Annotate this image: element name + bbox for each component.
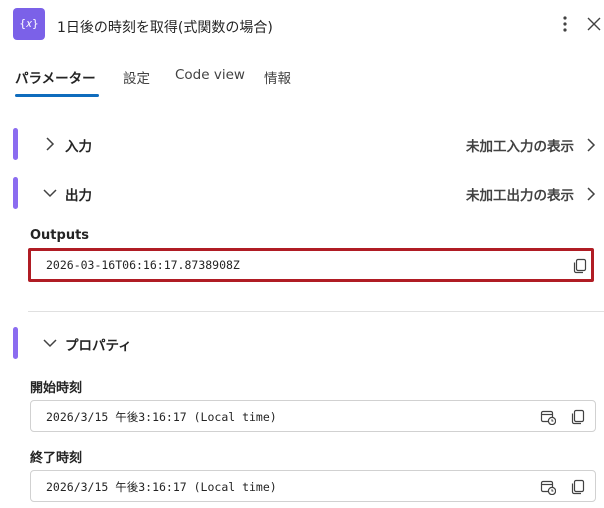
input-section-header[interactable]: 入力 未加工入力の表示 bbox=[30, 128, 600, 160]
section-accent-bar bbox=[13, 327, 18, 359]
end-time-field[interactable]: 2026/3/15 午後3:16:17 (Local time) bbox=[30, 470, 596, 502]
more-vertical-icon bbox=[563, 16, 567, 32]
input-section-label: 入力 bbox=[65, 139, 92, 155]
action-title: 1日後の時刻を取得(式関数の場合) bbox=[57, 20, 273, 36]
chevron-down-icon bbox=[43, 339, 57, 348]
tab-settings[interactable]: 設定 bbox=[123, 67, 150, 87]
outputs-label: Outputs bbox=[30, 228, 90, 243]
close-button[interactable] bbox=[584, 12, 604, 36]
expression-function-icon: {𝑥} bbox=[13, 8, 45, 40]
chevron-right-icon bbox=[587, 187, 596, 201]
calendar-clock-icon[interactable] bbox=[540, 409, 556, 425]
chevron-right-icon bbox=[46, 137, 55, 151]
tab-info[interactable]: 情報 bbox=[264, 67, 291, 87]
tab-code-view[interactable]: Code view bbox=[175, 67, 245, 83]
end-time-value: 2026/3/15 午後3:16:17 (Local time) bbox=[46, 480, 277, 494]
end-time-label: 終了時刻 bbox=[30, 451, 83, 466]
close-icon bbox=[587, 17, 601, 31]
panel-header: {𝑥} 1日後の時刻を取得(式関数の場合) bbox=[0, 0, 604, 52]
properties-section-header[interactable]: プロパティ bbox=[30, 327, 600, 359]
start-time-value: 2026/3/15 午後3:16:17 (Local time) bbox=[46, 410, 277, 424]
section-divider bbox=[28, 311, 604, 312]
properties-section-label: プロパティ bbox=[65, 338, 132, 354]
active-tab-indicator bbox=[15, 94, 99, 97]
copy-icon[interactable] bbox=[570, 409, 586, 425]
show-raw-outputs-link[interactable]: 未加工出力の表示 bbox=[466, 184, 596, 204]
start-time-label: 開始時刻 bbox=[30, 381, 83, 396]
more-options-button[interactable] bbox=[555, 12, 575, 36]
outputs-value: 2026-03-16T06:16:17.8738908Z bbox=[46, 258, 240, 272]
show-raw-inputs-link[interactable]: 未加工入力の表示 bbox=[466, 135, 596, 155]
section-accent-bar bbox=[13, 128, 18, 160]
output-section-header[interactable]: 出力 未加工出力の表示 bbox=[30, 177, 600, 209]
chevron-down-icon bbox=[43, 189, 57, 198]
chevron-right-icon bbox=[587, 138, 596, 152]
copy-icon[interactable] bbox=[570, 479, 586, 495]
section-accent-bar bbox=[13, 177, 18, 209]
outputs-field[interactable]: 2026-03-16T06:16:17.8738908Z bbox=[28, 248, 594, 282]
calendar-clock-icon[interactable] bbox=[540, 479, 556, 495]
start-time-field[interactable]: 2026/3/15 午後3:16:17 (Local time) bbox=[30, 400, 596, 432]
copy-icon[interactable] bbox=[572, 258, 588, 274]
output-section-label: 出力 bbox=[65, 188, 92, 204]
tab-parameters[interactable]: パラメーター bbox=[15, 67, 96, 87]
show-raw-inputs-label: 未加工入力の表示 bbox=[466, 139, 574, 155]
show-raw-outputs-label: 未加工出力の表示 bbox=[466, 188, 574, 204]
